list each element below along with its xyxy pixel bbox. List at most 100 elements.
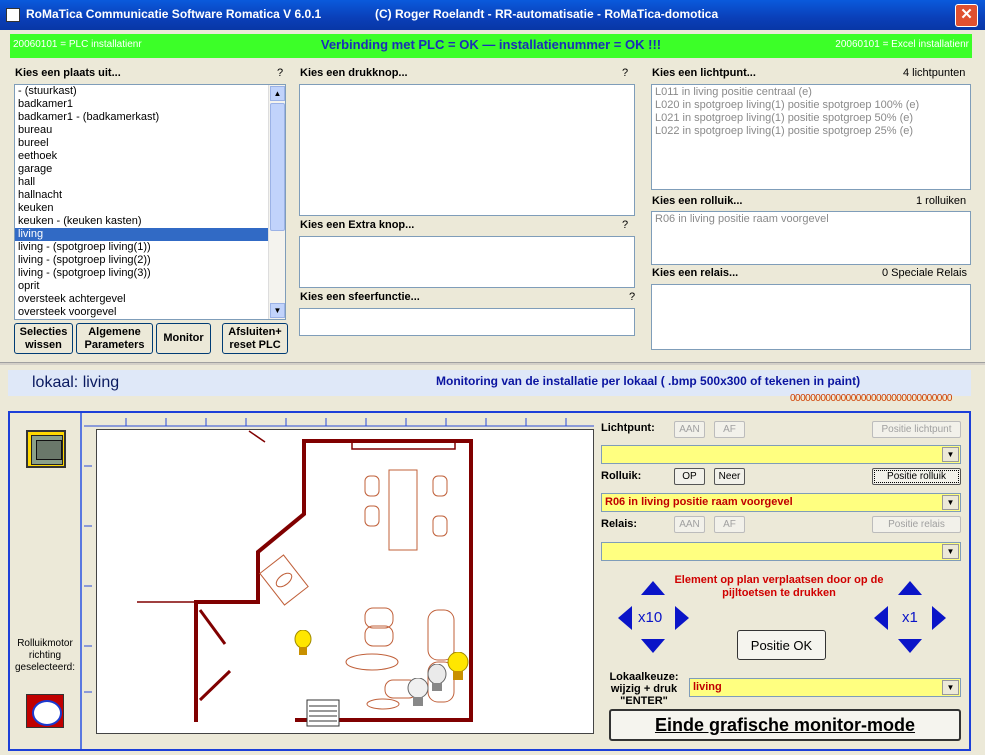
lokaal-title: lokaal: living [32,374,120,391]
relais-list[interactable] [651,284,971,350]
einde-monitor-button[interactable]: Einde grafische monitor-mode [609,709,961,741]
lokaalkeuze-label: Lokaalkeuze: wijzig + druk "ENTER" [609,671,679,707]
lichtpunt-list-item[interactable]: L020 in spotgroep living(1) positie spot… [652,99,919,112]
algemene-parameters-button[interactable]: Algemene Parameters [76,323,153,354]
places-list-item[interactable]: bureau [15,124,269,137]
places-list-item[interactable]: oversteek voorgevel [15,306,269,319]
app-icon[interactable] [6,8,20,22]
afsluiten-reset-button[interactable]: Afsluiten+ reset PLC [222,323,288,354]
lightbulb-icon[interactable] [447,651,469,684]
relais-label: Kies een relais... [652,267,739,279]
arrow-up-x1-icon[interactable] [897,580,923,596]
arrow-right-x10-icon[interactable] [674,605,690,631]
rolluikmotor-label: Rolluikmotor richting geselecteerd: [14,638,76,673]
arrow-up-x10-icon[interactable] [640,580,666,596]
places-list-item[interactable]: living [15,228,269,241]
positie-relais-button[interactable]: Positie relais [872,516,961,533]
lichtpunt-aan-button[interactable]: AAN [674,421,705,438]
lichtpunt-select[interactable]: ▼ [601,445,961,464]
lichtpunt-list[interactable]: L011 in living positie centraal (e) L020 … [651,84,971,190]
places-list-item[interactable]: - (stuurkast) [15,85,269,98]
chevron-down-icon[interactable]: ▼ [942,447,959,462]
places-list-item[interactable]: oversteek achtergevel [15,293,269,306]
chevron-down-icon[interactable]: ▼ [942,544,959,559]
arrow-left-x1-icon[interactable] [873,605,889,631]
places-list[interactable]: - (stuurkast) badkamer1 badkamer1 - (badka… [14,84,286,320]
positie-lichtpunt-button[interactable]: Positie lichtpunt [872,421,961,438]
sfeerfunctie-list[interactable] [299,308,635,336]
arrow-right-x1-icon[interactable] [931,605,947,631]
extra-knop-list[interactable] [299,236,635,288]
rolluik-count: 1 rolluiken [916,195,967,207]
lichtpunt-label: Kies een lichtpunt... [652,67,756,79]
relais-select[interactable]: ▼ [601,542,961,561]
arrow-down-x1-icon[interactable] [897,638,923,654]
rolluik-select[interactable]: R06 in living positie raam voorgevel ▼ [601,493,961,512]
selecties-wissen-button[interactable]: Selecties wissen [14,323,73,354]
lichtpunt-control-label: Lichtpunt: [601,422,655,434]
places-list-item[interactable]: bureel [15,137,269,150]
monitor-button[interactable]: Monitor [156,323,211,354]
arrow-down-x10-icon[interactable] [640,638,666,654]
positie-ok-button[interactable]: Positie OK [737,630,826,660]
close-button[interactable]: ✕ [955,4,978,27]
sfeerfunctie-label: Kies een sfeerfunctie... [300,291,420,303]
places-list-item[interactable]: badkamer1 - (badkamerkast) [15,111,269,124]
excel-installatienr: 20060101 = Excel installatienr [835,39,969,50]
places-list-item[interactable]: badkamer1 [15,98,269,111]
places-help[interactable]: ? [277,67,283,79]
places-list-item[interactable]: eethoek [15,150,269,163]
scroll-down-icon[interactable]: ▼ [270,303,285,318]
places-list-item[interactable]: living - (spotgroep living(3)) [15,267,269,280]
sfeerfunctie-help[interactable]: ? [629,291,635,303]
lichtpunt-list-item[interactable]: L011 in living positie centraal (e) [652,86,919,99]
monitor-heading: Monitoring van de installatie per lokaal… [436,374,861,388]
x1-label: x1 [902,609,918,626]
places-list-item[interactable]: keuken - (keuken kasten) [15,215,269,228]
plan-ruler-top [84,415,594,427]
drukknop-help[interactable]: ? [622,67,628,79]
lichtpunt-list-item[interactable]: L021 in spotgroep living(1) positie spot… [652,112,919,125]
lichtpunt-list-item[interactable]: L022 in spotgroep living(1) positie spot… [652,125,919,138]
arrow-left-x10-icon[interactable] [617,605,633,631]
scroll-thumb[interactable] [270,103,285,231]
extra-knop-label: Kies een Extra knop... [300,219,415,231]
rolluik-list-item[interactable]: R06 in living positie raam voorgevel [652,213,829,226]
places-list-item[interactable]: keuken [15,202,269,215]
plc-connection-status: Verbinding met PLC = OK — installatienum… [320,37,662,52]
chevron-down-icon[interactable]: ▼ [942,680,959,695]
plc-icon[interactable] [26,430,66,468]
extra-knop-help[interactable]: ? [622,219,628,231]
rolluik-neer-button[interactable]: Neer [714,468,745,485]
places-list-item[interactable]: hallnacht [15,189,269,202]
rolluik-select-value: R06 in living positie raam voorgevel [605,496,793,508]
places-list-item[interactable]: oprit [15,280,269,293]
lichtpunt-af-button[interactable]: AF [714,421,745,438]
plc-status-bar: 20060101 = PLC installatienr Verbinding … [10,34,972,58]
drukknop-label: Kies een drukknop... [300,67,408,79]
relais-af-button[interactable]: AF [714,516,745,533]
places-list-item[interactable]: living - (spotgroep living(2)) [15,254,269,267]
places-list-item[interactable]: garage [15,163,269,176]
lightbulb-icon[interactable] [294,629,312,658]
drukknop-list[interactable] [299,84,635,216]
chevron-down-icon[interactable]: ▼ [942,495,959,510]
window-title-credit: (C) Roger Roelandt - RR-automatisatie - … [375,7,719,21]
section-divider [0,362,985,365]
relais-aan-button[interactable]: AAN [674,516,705,533]
places-list-item[interactable]: living - (spotgroep living(1)) [15,241,269,254]
places-label: Kies een plaats uit... [15,67,121,79]
rolluik-list[interactable]: R06 in living positie raam voorgevel [651,211,971,265]
rolluikmotor-icon[interactable] [26,694,64,728]
lightbulb-off-icon[interactable] [407,677,429,710]
scroll-up-icon[interactable]: ▲ [270,86,285,101]
lokaal-select[interactable]: living ▼ [689,678,961,697]
places-list-item[interactable]: hall [15,176,269,189]
lokaal-select-value: living [693,681,722,693]
floor-plan[interactable] [96,429,594,734]
positie-rolluik-button[interactable]: Positie rolluik [872,468,961,485]
lightbulb-off-icon[interactable] [427,663,447,694]
places-scrollbar[interactable]: ▲ ▼ [268,85,285,319]
monitor-divider [80,413,82,749]
rolluik-op-button[interactable]: OP [674,468,705,485]
